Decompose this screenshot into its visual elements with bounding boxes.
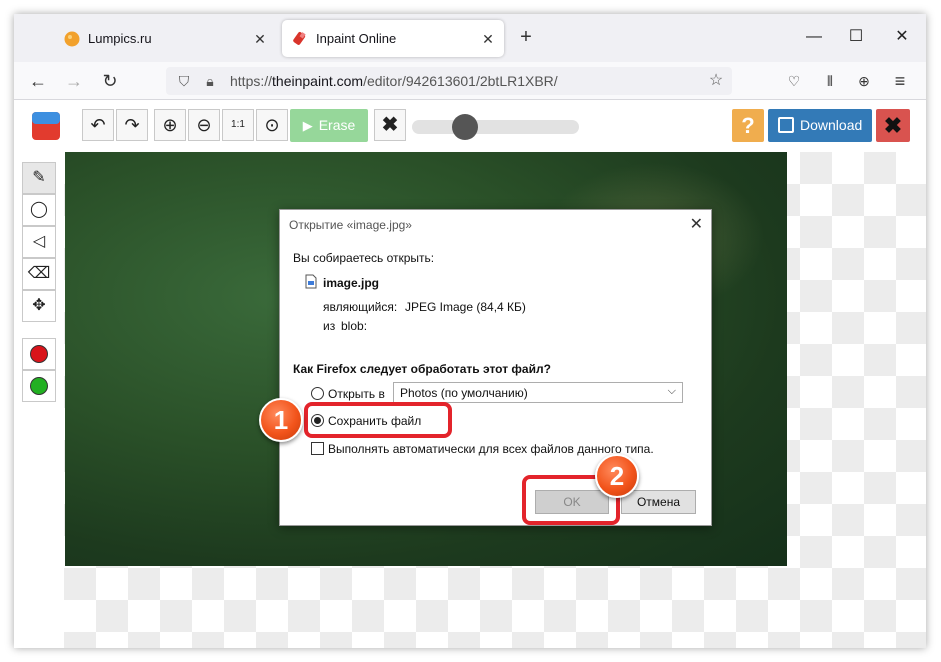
inpaint-favicon-icon [293, 31, 306, 45]
green-dot-icon [30, 376, 48, 395]
navigation-bar: ← → ↻ ⛉ 🔒︎ https://theinpaint.com/editor… [14, 62, 926, 100]
back-arrow-icon[interactable]: ← [26, 69, 50, 93]
forward-arrow-icon[interactable]: → [62, 69, 86, 93]
menu-hamburger-icon[interactable]: ≡ [888, 69, 912, 93]
dialog-close-icon[interactable]: ✕ [690, 214, 703, 234]
close-tab-icon[interactable]: ✕ [252, 31, 268, 47]
window-close-icon[interactable]: ✕ [890, 26, 914, 50]
auto-action-checkbox[interactable] [311, 442, 324, 455]
polygon-lasso-icon[interactable]: ◁ [22, 226, 56, 258]
move-icon[interactable]: ✥ [22, 290, 56, 322]
zoom-out-icon[interactable]: ⊖ [188, 109, 220, 141]
open-file-dialog: Открытие «image.jpg» ✕ Вы собираетесь от… [279, 209, 712, 526]
tab-strip: Lumpics.ru ✕ Inpaint Online ✕ + — ☐ ✕ [14, 14, 926, 62]
library-icon[interactable]: ⫴ [818, 69, 842, 93]
open-with-app-select[interactable]: Photos (по умолчанию) ⌵ [393, 382, 683, 403]
erase-button[interactable]: ▶ Erase [290, 109, 368, 142]
url-bar[interactable]: ⛉ 🔒︎ https://theinpaint.com/editor/94261… [166, 67, 732, 95]
globe-icon[interactable]: ⊕ [852, 69, 876, 93]
step-badge-1: 1 [259, 398, 303, 442]
bookmark-star-icon[interactable]: ☆ [706, 71, 726, 91]
lumpics-favicon-icon [64, 31, 80, 46]
maximize-icon[interactable]: ☐ [844, 26, 868, 50]
green-marker-tool[interactable] [22, 370, 56, 402]
new-tab-button[interactable]: + [514, 26, 538, 50]
zoom-actual-size-icon[interactable]: 1:1 [222, 109, 254, 141]
chevron-down-icon: ⌵ [667, 385, 676, 397]
dialog-title: Открытие «image.jpg» [289, 218, 412, 232]
file-icon [305, 274, 317, 289]
reload-icon[interactable]: ↻ [98, 69, 122, 93]
download-button[interactable]: Download [768, 109, 872, 142]
tab-lumpics[interactable]: Lumpics.ru ✕ [54, 20, 276, 57]
brush-size-slider[interactable] [412, 120, 579, 134]
tab-inpaint[interactable]: Inpaint Online ✕ [282, 20, 504, 57]
file-type-label: являющийся: [323, 300, 398, 314]
cancel-selection-icon[interactable]: ✖ [374, 109, 406, 141]
url-text[interactable]: https://theinpaint.com/editor/942613601/… [230, 73, 558, 89]
marker-icon[interactable]: ✎ [22, 162, 56, 194]
zoom-fit-icon[interactable]: ⊙ [256, 109, 288, 141]
red-marker-tool[interactable] [22, 338, 56, 370]
play-icon: ▶ [302, 118, 313, 133]
undo-icon[interactable]: ↶ [82, 109, 114, 141]
file-type-value: JPEG Image (84,4 КБ) [405, 300, 526, 314]
zoom-in-icon[interactable]: ⊕ [154, 109, 186, 141]
minimize-icon[interactable]: — [802, 26, 826, 50]
red-dot-icon [30, 344, 48, 363]
open-with-radio[interactable] [311, 387, 324, 400]
file-source-value: blob: [341, 319, 368, 333]
tab-title: Lumpics.ru [88, 31, 152, 46]
eraser-icon[interactable]: ⌫ [22, 258, 56, 290]
help-button[interactable]: ? [732, 109, 764, 142]
dialog-intro: Вы собираетесь открыть: [293, 251, 435, 265]
pocket-icon[interactable]: ♡ [782, 69, 806, 93]
close-editor-button[interactable]: ✖ [876, 109, 910, 142]
handling-question: Как Firefox следует обработать этот файл… [293, 362, 551, 376]
auto-action-label[interactable]: Выполнять автоматически для всех файлов … [328, 442, 654, 456]
close-tab-icon[interactable]: ✕ [480, 31, 496, 47]
slider-handle[interactable] [452, 114, 478, 140]
redo-icon[interactable]: ↷ [116, 109, 148, 141]
app-toolbar: ↶ ↷ ⊕ ⊖ 1:1 ⊙ ▶ Erase ✖ ? Download ✖ [14, 101, 926, 151]
highlight-save-option [304, 402, 452, 438]
shield-icon[interactable]: ⛉ [174, 71, 194, 91]
step-badge-2: 2 [595, 454, 639, 498]
floppy-disk-icon [778, 117, 794, 133]
lasso-icon[interactable]: ◯ [22, 194, 56, 226]
open-with-label[interactable]: Открыть в [328, 387, 385, 401]
file-name: image.jpg [323, 276, 380, 290]
file-source-label: из [323, 319, 336, 333]
inpaint-logo-icon [32, 112, 60, 140]
cancel-button[interactable]: Отмена [621, 490, 696, 514]
browser-window: Lumpics.ru ✕ Inpaint Online ✕ + — ☐ ✕ ← … [14, 14, 926, 648]
lock-icon[interactable]: 🔒︎ [200, 71, 220, 91]
tab-title: Inpaint Online [316, 31, 397, 46]
selected-app: Photos (по умолчанию) [400, 386, 528, 400]
